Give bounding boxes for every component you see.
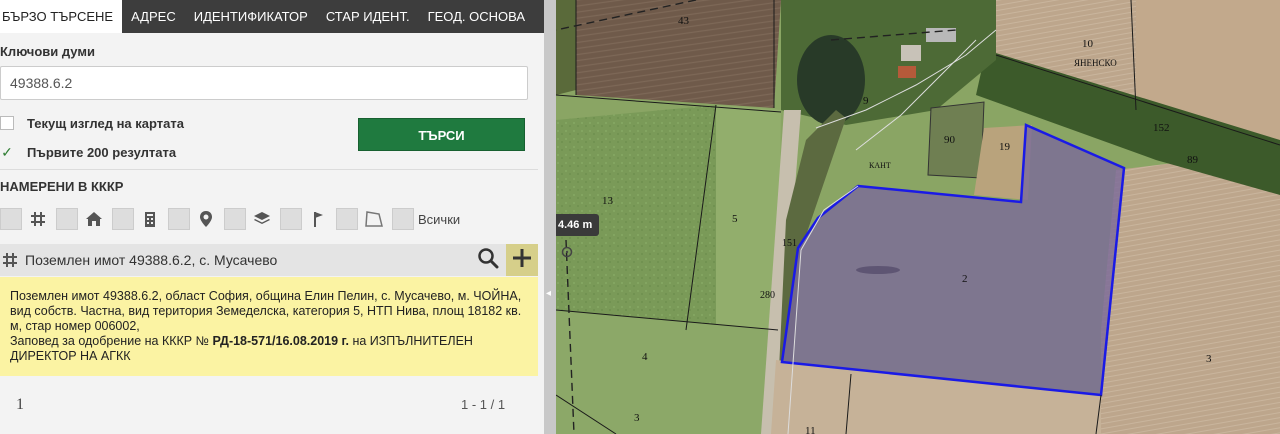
filter-checkbox-addresses[interactable] xyxy=(168,208,190,230)
parcel-label: 152 xyxy=(1153,122,1170,134)
search-button[interactable]: ТЪРСИ xyxy=(358,118,525,151)
parcel-label: 10 xyxy=(1082,38,1094,50)
pagination-range: 1 - 1 / 1 xyxy=(461,397,506,412)
app-root: БЪРЗО ТЪРСЕНЕ АДРЕС ИДЕНТИФИКАТОР СТАР И… xyxy=(0,0,1280,434)
parcel-label: 3 xyxy=(1206,353,1212,365)
locality-label: ЯНЕНСКО xyxy=(1074,58,1117,68)
tab-old-identifier[interactable]: СТАР ИДЕНТ. xyxy=(317,0,419,33)
filter-checkbox-parcels[interactable] xyxy=(0,208,22,230)
result-item[interactable]: Поземлен имот 49388.6.2, с. Мусачево xyxy=(0,244,538,276)
parcel-label: 90 xyxy=(944,134,956,146)
result-type-filters: Всички xyxy=(0,207,460,231)
house-icon xyxy=(82,208,106,230)
result-details: Поземлен имот 49388.6.2, област София, о… xyxy=(0,277,538,376)
first-200-label: Първите 200 резултата xyxy=(27,145,177,160)
parcel-label: 9 xyxy=(863,95,869,107)
keywords-label: Ключови думи xyxy=(0,44,95,59)
parcel-label: 5 xyxy=(732,213,738,225)
parcel-label: 43 xyxy=(678,15,690,27)
search-icon xyxy=(477,247,499,274)
zoom-to-result-button[interactable] xyxy=(472,244,504,276)
parcel-label: 13 xyxy=(602,195,614,207)
parcel-label: КАНТ xyxy=(869,161,891,170)
cadastral-map[interactable]: 43 10 ЯНЕНСКО 9 90 19 152 89 13 5 КАНТ 1… xyxy=(556,0,1280,434)
panel-splitter[interactable] xyxy=(544,0,556,434)
parcel-label: 280 xyxy=(760,290,775,301)
approval-order-number: РД-18-571/16.08.2019 г. xyxy=(212,334,349,348)
map-pin-icon xyxy=(194,208,218,230)
polygon-outline-icon xyxy=(362,208,386,230)
tab-geodetic-base[interactable]: ГЕОД. ОСНОВА xyxy=(419,0,534,33)
collapse-arrow-icon[interactable]: ◂ xyxy=(546,288,551,299)
tab-address[interactable]: АДРЕС xyxy=(122,0,185,33)
measurement-tooltip: 4.46 m xyxy=(556,214,599,236)
parcel-description: Поземлен имот 49388.6.2, област София, о… xyxy=(10,289,522,333)
found-in-cadastre-heading: НАМЕРЕНИ В КККР xyxy=(0,179,124,194)
parcel-label: 2 xyxy=(962,273,968,285)
tab-quick-search[interactable]: БЪРЗО ТЪРСЕНЕ xyxy=(0,0,123,33)
parcel-label: 4 xyxy=(642,351,648,363)
grid-icon xyxy=(26,208,50,230)
keywords-input[interactable] xyxy=(0,66,528,100)
flag-point-icon xyxy=(306,208,330,230)
first-200-checkbox[interactable]: ✓ xyxy=(0,145,14,159)
tab-bar: БЪРЗО ТЪРСЕНЕ АДРЕС ИДЕНТИФИКАТОР СТАР И… xyxy=(0,0,544,33)
filter-checkbox-boundaries[interactable] xyxy=(336,208,358,230)
result-title: Поземлен имот 49388.6.2, с. Мусачево xyxy=(25,252,278,268)
search-panel: БЪРЗО ТЪРСЕНЕ АДРЕС ИДЕНТИФИКАТОР СТАР И… xyxy=(0,0,544,434)
grid-icon xyxy=(2,252,18,273)
parcel-label: 3 xyxy=(634,412,640,424)
filter-checkbox-layers[interactable] xyxy=(224,208,246,230)
approval-order-prefix: Заповед за одобрение на КККР № xyxy=(10,334,213,348)
parcel-label: 11 xyxy=(805,425,816,434)
plus-icon xyxy=(511,247,533,274)
filter-checkbox-units[interactable] xyxy=(112,208,134,230)
layers-icon xyxy=(250,208,274,230)
current-view-label: Текущ изглед на картата xyxy=(27,116,184,131)
apartment-unit-icon xyxy=(138,208,162,230)
add-result-button[interactable] xyxy=(506,244,538,276)
map-canvas: 43 10 ЯНЕНСКО 9 90 19 152 89 13 5 КАНТ 1… xyxy=(556,0,1280,434)
filter-checkbox-geodetic[interactable] xyxy=(280,208,302,230)
filter-checkbox-buildings[interactable] xyxy=(56,208,78,230)
current-view-checkbox[interactable] xyxy=(0,116,14,130)
filter-checkbox-all[interactable] xyxy=(392,208,414,230)
pagination-page[interactable]: 1 xyxy=(16,396,24,414)
parcel-label: 19 xyxy=(999,141,1011,153)
parcel-label: 89 xyxy=(1187,154,1199,166)
tab-identifier[interactable]: ИДЕНТИФИКАТОР xyxy=(185,0,317,33)
parcel-label: 151 xyxy=(782,238,797,249)
divider xyxy=(0,169,538,170)
all-filter-label: Всички xyxy=(418,211,461,227)
